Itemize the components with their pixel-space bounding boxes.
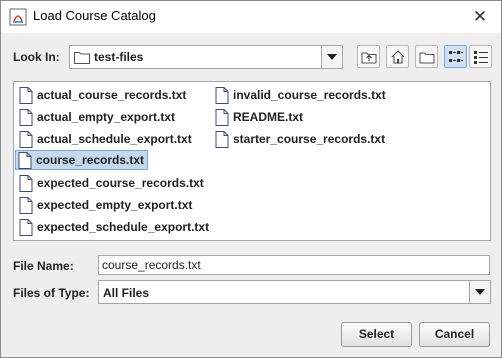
file-icon bbox=[18, 151, 32, 169]
file-item[interactable]: expected_course_records.txt bbox=[17, 173, 207, 193]
files-of-type-label: Files of Type: bbox=[13, 286, 90, 300]
file-item[interactable]: expected_empty_export.txt bbox=[17, 195, 195, 215]
file-name: expected_schedule_export.txt bbox=[37, 220, 210, 234]
new-folder-icon bbox=[419, 52, 435, 64]
chevron-down-icon[interactable] bbox=[469, 281, 490, 303]
load-course-catalog-dialog: Load Course Catalog ✕ Look In: test-file… bbox=[0, 0, 502, 358]
list-view-icon bbox=[449, 51, 463, 62]
new-folder-button[interactable] bbox=[415, 45, 438, 68]
file-icon bbox=[215, 108, 229, 126]
file-name: actual_empty_export.txt bbox=[37, 110, 176, 124]
file-icon bbox=[19, 174, 33, 192]
file-name: README.txt bbox=[233, 110, 304, 124]
details-view-icon bbox=[474, 51, 488, 64]
file-name: course_records.txt bbox=[36, 153, 145, 167]
folder-icon bbox=[74, 52, 90, 64]
file-item[interactable]: starter_course_records.txt bbox=[213, 129, 388, 149]
cancel-button[interactable]: Cancel bbox=[419, 322, 490, 347]
window-title: Load Course Catalog bbox=[33, 8, 156, 23]
file-item-selected[interactable]: course_records.txt bbox=[15, 150, 149, 170]
file-icon bbox=[19, 218, 33, 236]
file-icon bbox=[19, 196, 33, 214]
home-button[interactable] bbox=[386, 45, 409, 68]
file-icon bbox=[19, 86, 33, 104]
file-item[interactable]: actual_course_records.txt bbox=[17, 85, 189, 105]
look-in-combo[interactable]: test-files bbox=[69, 45, 343, 69]
file-icon bbox=[19, 108, 33, 126]
file-item[interactable]: expected_schedule_export.txt bbox=[17, 217, 212, 237]
title-bar: Load Course Catalog ✕ bbox=[1, 1, 501, 33]
file-item[interactable]: actual_schedule_export.txt bbox=[17, 129, 195, 149]
look-in-value: test-files bbox=[94, 50, 144, 64]
details-view-button[interactable] bbox=[469, 45, 492, 68]
file-list[interactable]: actual_course_records.txt actual_empty_e… bbox=[13, 81, 491, 241]
list-view-button[interactable] bbox=[444, 45, 467, 68]
files-of-type-combo[interactable]: All Files bbox=[98, 280, 491, 304]
file-icon bbox=[215, 130, 229, 148]
file-name-label: File Name: bbox=[13, 259, 74, 273]
look-in-label: Look In: bbox=[13, 50, 60, 64]
file-icon bbox=[19, 130, 33, 148]
file-name: expected_course_records.txt bbox=[37, 176, 204, 190]
file-name: actual_schedule_export.txt bbox=[37, 132, 192, 146]
up-one-level-button[interactable] bbox=[357, 45, 380, 68]
select-button[interactable]: Select bbox=[341, 322, 412, 347]
up-one-level-icon bbox=[361, 52, 377, 64]
files-of-type-value: All Files bbox=[103, 286, 150, 300]
file-name-field[interactable]: course_records.txt bbox=[98, 255, 490, 275]
file-name: starter_course_records.txt bbox=[233, 132, 386, 146]
close-icon[interactable]: ✕ bbox=[467, 4, 493, 30]
chevron-down-icon[interactable] bbox=[321, 46, 342, 68]
file-item[interactable]: actual_empty_export.txt bbox=[17, 107, 178, 127]
file-icon bbox=[215, 86, 229, 104]
java-app-icon bbox=[9, 8, 27, 26]
file-item[interactable]: README.txt bbox=[213, 107, 306, 127]
file-name: expected_empty_export.txt bbox=[37, 198, 193, 212]
file-item[interactable]: invalid_course_records.txt bbox=[213, 85, 389, 105]
file-name: invalid_course_records.txt bbox=[233, 88, 386, 102]
home-icon bbox=[391, 50, 405, 64]
file-name: actual_course_records.txt bbox=[37, 88, 187, 102]
